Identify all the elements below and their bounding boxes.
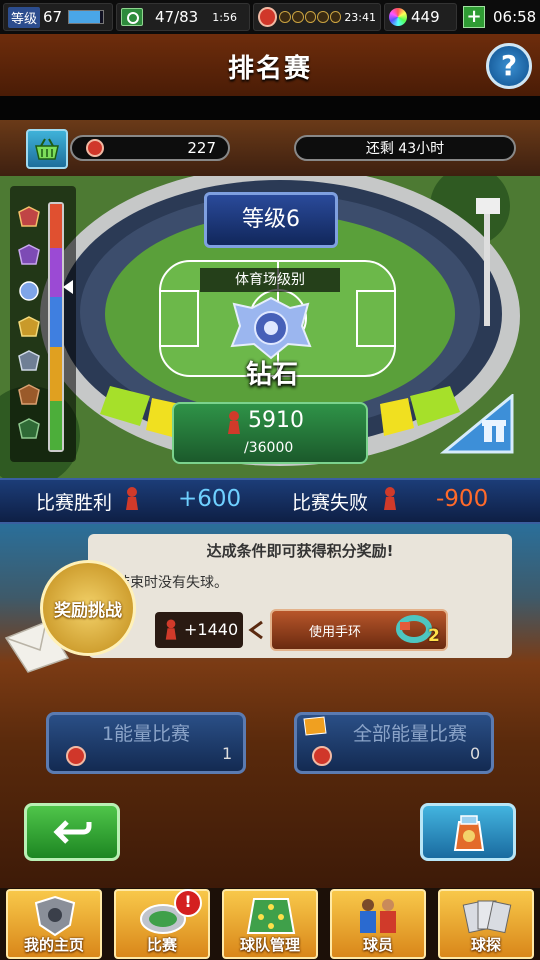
page-title: 排名赛 <box>227 54 312 84</box>
token-dot <box>279 11 291 23</box>
reward-gift-button[interactable] <box>440 394 516 456</box>
gem-counter: 449 <box>384 3 457 31</box>
tier-pointer-icon <box>63 280 73 294</box>
challenge-title: 达成条件即可获得积分奖励! <box>206 542 394 560</box>
medal-text: 奖励挑战 <box>54 601 122 621</box>
tier-ladder <box>10 186 76 462</box>
scout-cards-icon <box>462 900 512 934</box>
nav-team-management[interactable]: 球队管理 <box>222 889 318 959</box>
ranking-point-icon <box>228 411 240 434</box>
vip-icon <box>303 716 327 736</box>
token-dot <box>329 11 342 23</box>
nav-my-home[interactable]: 我的主页 <box>6 889 102 959</box>
match-alert-badge: ! <box>174 889 202 917</box>
ranking-point-icon <box>384 487 396 510</box>
clock: 06:58 <box>493 8 537 26</box>
gem-value: 449 <box>411 8 440 26</box>
gold-tier-icon <box>18 316 40 337</box>
players-icon <box>360 899 396 933</box>
item-pouch-button[interactable] <box>420 803 516 861</box>
time-remaining-text: 还剩 43小时 <box>365 141 445 157</box>
one-energy-match-label: 1能量比赛 <box>101 723 191 745</box>
xp-bar <box>68 10 105 24</box>
level-value: 67 <box>43 8 63 26</box>
bronze-tier-icon <box>18 384 40 405</box>
item-pouch-icon <box>453 815 485 851</box>
diamond-tier-emblem <box>230 296 312 360</box>
stamina-value: 47/83 <box>155 8 199 26</box>
master-tier-icon <box>18 244 40 265</box>
stamina-icon <box>121 8 143 26</box>
ranking-score: 5910 <box>248 408 304 433</box>
tier-segment <box>50 297 62 347</box>
help-button[interactable]: ? <box>486 43 532 89</box>
challenge-reward-value: +1440 <box>184 620 239 639</box>
challenge-condition: 结束时没有失球。 <box>116 575 228 591</box>
rookie-tier-icon <box>18 418 40 439</box>
tier-segment <box>50 346 62 401</box>
nav-scout[interactable]: 球探 <box>438 889 534 959</box>
level-tag: 等级 <box>8 6 41 28</box>
token-dot <box>317 11 329 23</box>
back-button[interactable] <box>24 803 120 861</box>
ranking-points-value: 227 <box>187 139 216 157</box>
tier-name: 钻石 <box>245 360 298 390</box>
stadium-level: 等级6 <box>204 192 338 248</box>
basket-icon <box>35 138 59 160</box>
buy-gems-button[interactable]: + <box>463 6 485 28</box>
ranking-point-icon <box>86 139 104 157</box>
player-level: 等级 67 <box>3 3 113 31</box>
gem-icon <box>389 8 407 26</box>
silver-tier-icon <box>18 350 40 371</box>
use-wristband-label: 使用手环 <box>308 625 361 640</box>
nav-label: 球队管理 <box>239 936 300 954</box>
ranking-score-max: /36000 <box>244 440 294 456</box>
loss-label: 比赛失败 <box>292 492 369 514</box>
all-energy-match-label: 全部能量比赛 <box>352 723 467 745</box>
match-token-icon <box>258 7 278 27</box>
ranking-point-icon <box>126 487 138 510</box>
stadium-level-label: 体育场级别 <box>200 268 340 292</box>
nav-players[interactable]: 球员 <box>330 889 426 959</box>
tier-segment <box>50 400 62 450</box>
win-points: +600 <box>178 486 242 512</box>
nav-match[interactable]: ! 比赛 <box>114 889 210 959</box>
tier-progress-bar <box>48 202 64 452</box>
match-token-icon <box>312 746 332 766</box>
nav-label: 比赛 <box>146 936 177 954</box>
return-arrow-icon <box>53 820 92 844</box>
nav-label: 球探 <box>470 936 501 954</box>
token-dot <box>291 11 304 23</box>
diamond-tier-icon <box>19 281 39 301</box>
match-token-icon <box>66 746 86 766</box>
ranking-points: 227 <box>70 135 230 161</box>
stamina-timer: 1:56 <box>212 10 237 24</box>
time-remaining: 还剩 43小时 <box>294 135 516 161</box>
wristband-icon <box>396 615 432 643</box>
tier-segment <box>50 248 62 298</box>
match-token-counter: 23:41 <box>253 3 381 31</box>
arrow-left-icon <box>248 620 263 640</box>
bottom-nav: 我的主页 ! 比赛 球队管理 球员 球探 <box>0 888 540 960</box>
legend-tier-icon <box>18 206 40 227</box>
all-energy-count: 0 <box>470 744 481 763</box>
club-crest-icon <box>34 895 76 937</box>
tier-segment <box>50 204 62 249</box>
nav-label: 球员 <box>362 936 393 954</box>
token-dot <box>304 11 317 23</box>
shop-basket-button[interactable] <box>26 129 68 169</box>
wristband-count: 2 <box>428 626 440 646</box>
ranking-point-icon <box>165 619 177 640</box>
stamina-counter: 47/83 1:56 <box>116 3 250 31</box>
token-timer: 23:41 <box>344 10 377 24</box>
formation-board-icon <box>246 898 296 934</box>
loss-points: -900 <box>436 486 489 512</box>
xp-bar-fill <box>69 11 100 23</box>
status-bar: 等级 67 47/83 1:56 23:41 449 + 06:58 <box>0 0 540 34</box>
nav-label: 我的主页 <box>23 936 84 954</box>
win-label: 比赛胜利 <box>36 492 113 514</box>
one-energy-count: 1 <box>222 744 233 763</box>
